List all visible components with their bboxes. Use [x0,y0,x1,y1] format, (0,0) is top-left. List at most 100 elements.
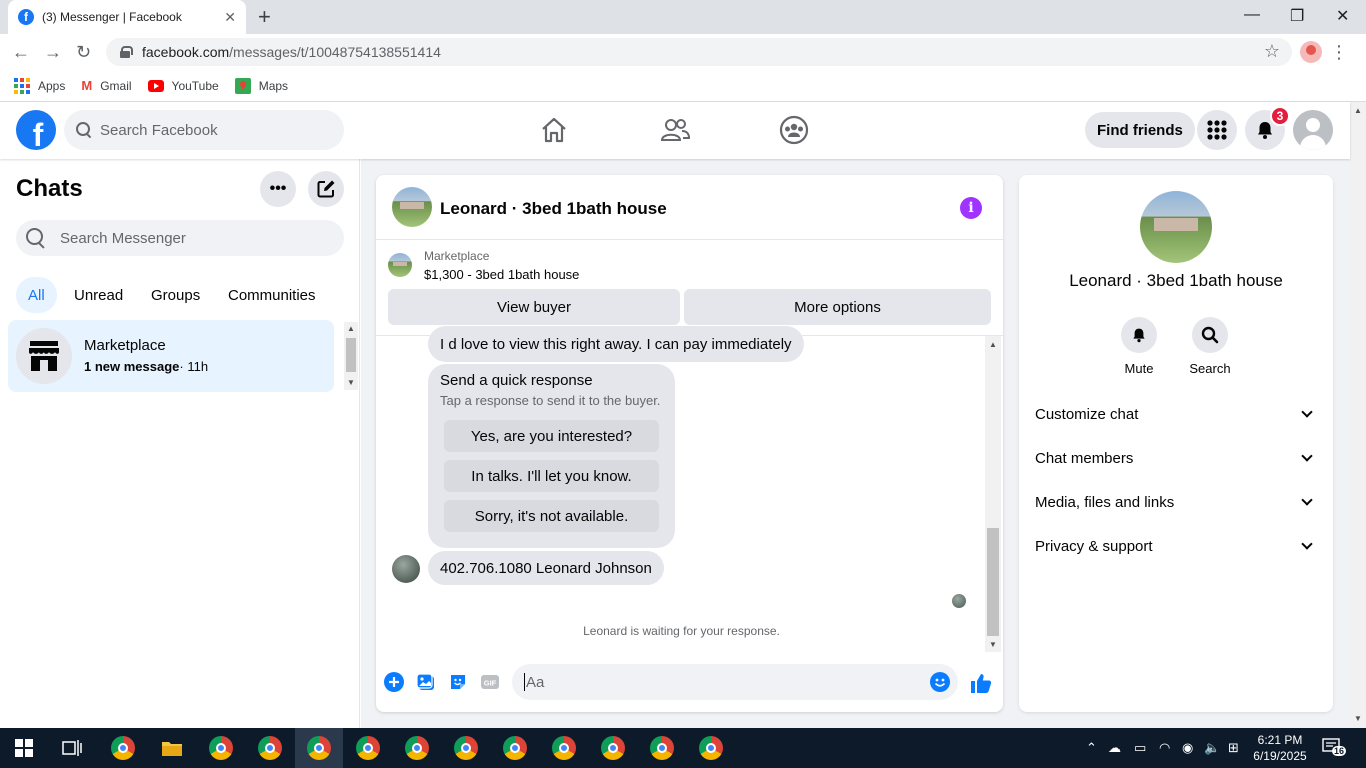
quick-response-option[interactable]: In talks. I'll let you know. [444,460,659,492]
scroll-down-icon[interactable]: ▼ [1354,714,1362,723]
mute-action[interactable]: Mute [1109,317,1169,376]
media-files-links-row[interactable]: Media, files and links [1035,480,1317,524]
taskbar-chrome-app[interactable] [197,728,245,768]
listing-thumbnail[interactable] [392,187,432,227]
chat-list-scrollbar[interactable]: ▲ ▼ [344,322,358,390]
taskbar-chrome-app[interactable] [344,728,392,768]
scroll-up-icon[interactable]: ▲ [1354,106,1362,115]
show-hidden-icons-icon[interactable]: ⌃ [1086,740,1097,756]
url-host: facebook.com [142,44,230,60]
new-tab-button[interactable]: + [258,6,271,28]
more-options-button[interactable]: More options [684,289,991,325]
taskbar-chrome-app[interactable] [99,728,147,768]
message-input[interactable]: Aa [512,664,958,700]
taskbar-chrome-app[interactable] [687,728,735,768]
new-message-button[interactable] [308,171,344,207]
view-buyer-button[interactable]: View buyer [388,289,680,325]
back-arrow-icon[interactable]: ← [12,42,30,63]
plus-icon[interactable] [384,672,404,692]
emoji-icon[interactable] [930,672,950,692]
system-clock[interactable]: 6:21 PM 6/19/2025 [1248,732,1312,764]
window-close-icon[interactable]: ✕ [1336,6,1349,26]
page-scrollbar[interactable]: ▲ ▼ [1350,102,1366,728]
menu-grid-button[interactable] [1197,110,1237,150]
thumbs-up-icon[interactable] [970,672,992,694]
facebook-logo-icon[interactable]: f [16,110,56,150]
chats-sidebar: Chats ••• Search Messenger All Unread Gr… [0,159,360,728]
scroll-up-icon[interactable]: ▲ [347,324,355,333]
chat-members-row[interactable]: Chat members [1035,436,1317,480]
chats-options-button[interactable]: ••• [260,171,296,207]
search-action[interactable]: Search [1180,317,1240,376]
url-field[interactable]: facebook.com/messages/t/1004875413855141… [106,38,1292,66]
volume-icon[interactable]: 🔈 [1204,740,1220,756]
info-icon[interactable]: i [960,197,982,219]
chrome-icon [601,736,625,760]
onedrive-icon[interactable]: ☁ [1108,740,1121,756]
bookmark-apps[interactable]: Apps [14,77,65,94]
chat-item-marketplace[interactable]: Marketplace 1 new message· 11h [8,320,334,392]
tab-close-icon[interactable]: ✕ [224,9,236,26]
bookmark-maps[interactable]: Maps [234,77,288,94]
conversation-title[interactable]: Leonard · 3bed 1bath house [440,199,667,219]
scroll-down-icon[interactable]: ▼ [989,640,997,649]
browser-profile-avatar[interactable] [1300,41,1322,63]
groups-icon[interactable] [778,114,810,146]
scroll-up-icon[interactable]: ▲ [989,340,997,349]
bookmark-star-icon[interactable]: ☆ [1264,41,1280,62]
taskbar-chrome-app[interactable] [442,728,490,768]
scroll-thumb[interactable] [987,528,999,636]
messenger-search-input[interactable]: Search Messenger [16,220,344,256]
listing-profile-photo[interactable] [1140,191,1212,263]
filter-groups[interactable]: Groups [139,277,212,313]
taskbar-chrome-app[interactable] [246,728,294,768]
minimize-icon[interactable]: — [1244,6,1260,24]
bookmark-gmail[interactable]: M Gmail [81,78,131,93]
bookmark-youtube[interactable]: YouTube [147,79,219,93]
browser-tab[interactable]: f (3) Messenger | Facebook ✕ [8,0,246,34]
photo-icon[interactable] [416,672,436,692]
filter-communities[interactable]: Communities [216,277,328,313]
language-icon[interactable]: ⊞ [1228,740,1239,756]
scroll-thumb[interactable] [346,338,356,372]
customize-chat-row[interactable]: Customize chat [1035,392,1317,436]
more-dots-icon: ••• [269,180,287,197]
filter-all[interactable]: All [16,277,57,313]
quick-response-option[interactable]: Sorry, it's not available. [444,500,659,532]
filter-unread[interactable]: Unread [62,277,135,313]
home-icon[interactable] [538,114,570,146]
taskbar-chrome-app[interactable] [393,728,441,768]
facebook-favicon-icon: f [18,9,34,25]
battery-icon[interactable]: ▭ [1134,740,1146,756]
facebook-search-input[interactable]: Search Facebook [64,110,344,150]
start-button[interactable] [0,728,48,768]
browser-menu-icon[interactable]: ⋮ [1330,42,1348,63]
camera-icon[interactable]: ◉ [1182,740,1193,756]
taskbar-chrome-app[interactable] [589,728,637,768]
find-friends-button[interactable]: Find friends [1085,112,1195,148]
thread-scrollbar[interactable]: ▲ ▼ [985,336,1001,652]
bell-icon [1133,328,1145,343]
maximize-icon[interactable]: ❐ [1290,6,1304,26]
scroll-down-icon[interactable]: ▼ [347,378,355,387]
chrome-icon [356,736,380,760]
taskbar-chrome-app[interactable] [491,728,539,768]
account-avatar[interactable] [1293,110,1333,150]
quick-response-option[interactable]: Yes, are you interested? [444,420,659,452]
taskbar-file-explorer[interactable] [148,728,196,768]
task-view-button[interactable] [48,728,96,768]
action-center-button[interactable]: 16 [1322,738,1347,758]
listing-price-title[interactable]: $1,300 - 3bed 1bath house [424,267,579,282]
privacy-support-row[interactable]: Privacy & support [1035,524,1317,568]
sticker-icon[interactable] [448,672,468,692]
reload-icon[interactable]: ↻ [76,42,91,63]
taskbar-chrome-app[interactable] [638,728,686,768]
forward-arrow-icon[interactable]: → [44,42,62,63]
taskbar-chrome-app[interactable] [540,728,588,768]
sender-avatar[interactable] [392,555,420,583]
gif-icon[interactable]: GIF [480,672,500,692]
friends-icon[interactable] [659,114,691,146]
wifi-icon[interactable]: ◠ [1159,740,1170,756]
lock-icon [120,46,133,58]
taskbar-chrome-app-active[interactable] [295,728,343,768]
